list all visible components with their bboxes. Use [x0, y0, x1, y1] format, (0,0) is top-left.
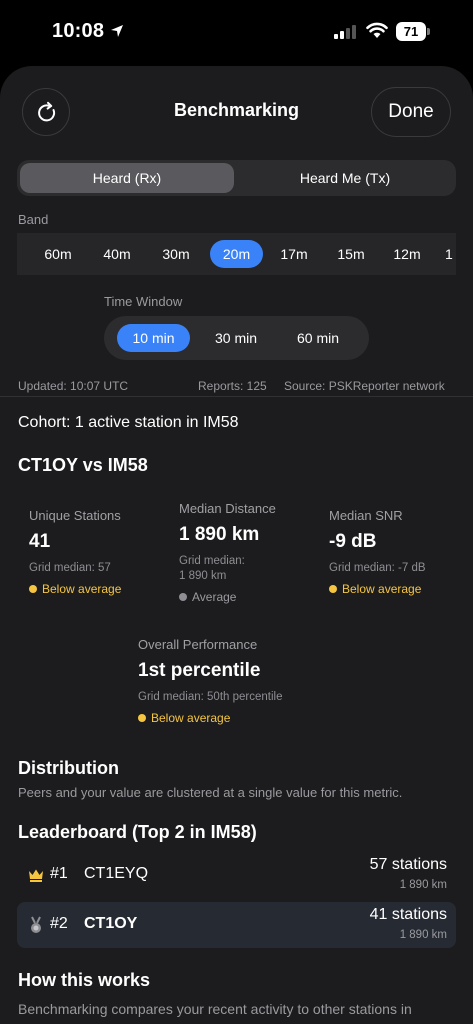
band-option-30m[interactable]: 30m	[152, 240, 200, 268]
metric-value: -9 dB	[329, 531, 377, 552]
leaderboard-stations: 57 stations	[369, 856, 447, 873]
metric-grid-median: Grid median: 57	[29, 562, 111, 574]
metric-median-distance: Median Distance 1 890 km Grid median: 1 8…	[179, 501, 276, 604]
leaderboard-callsign: CT1OY	[84, 915, 138, 932]
metric-median-snr: Median SNR -9 dB Grid median: -7 dB Belo…	[329, 508, 426, 596]
battery-icon: 71	[396, 22, 426, 41]
band-selector[interactable]: 60m 40m 30m 20m 17m 15m 12m 1	[17, 233, 456, 275]
metric-status: Below average	[29, 582, 121, 596]
comparison-title: CT1OY vs IM58	[18, 455, 148, 475]
crown-icon	[29, 869, 43, 882]
benchmarking-sheet: Benchmarking Done Heard (Rx) Heard Me (T…	[0, 66, 473, 1024]
distribution-title: Distribution	[18, 758, 119, 778]
leaderboard-stations: 41 stations	[369, 906, 447, 923]
distribution-text: Peers and your value are clustered at a …	[18, 785, 403, 800]
leaderboard-distance: 1 890 km	[399, 929, 447, 941]
leaderboard-row[interactable]: #1 CT1EYQ 57 stations 1 890 km	[17, 852, 456, 898]
leaderboard-rank: #2	[50, 915, 68, 932]
metric-label: Overall Performance	[138, 637, 258, 652]
status-bar: 10:08 71	[0, 0, 473, 64]
rx-tx-segmented-control: Heard (Rx) Heard Me (Tx)	[17, 160, 456, 196]
time-option-30min[interactable]: 30 min	[200, 324, 272, 352]
leaderboard-title: Leaderboard (Top 2 in IM58)	[18, 822, 257, 842]
metric-label: Unique Stations	[29, 508, 121, 523]
medal-icon	[31, 916, 41, 933]
band-option-clipped[interactable]: 1	[445, 240, 456, 268]
how-it-works-title: How this works	[18, 970, 151, 990]
band-option-15m[interactable]: 15m	[327, 240, 375, 268]
band-option-60m[interactable]: 60m	[34, 240, 82, 268]
metric-unique-stations: Unique Stations 41 Grid median: 57 Below…	[29, 508, 121, 596]
band-label: Band	[18, 212, 49, 227]
time-option-60min[interactable]: 60 min	[282, 324, 354, 352]
band-option-12m[interactable]: 12m	[383, 240, 431, 268]
band-option-17m[interactable]: 17m	[270, 240, 318, 268]
done-button[interactable]: Done	[371, 87, 451, 137]
metric-label: Median SNR	[329, 508, 403, 523]
status-dot-icon	[179, 593, 187, 601]
location-arrow-icon	[111, 25, 123, 37]
metric-status: Below average	[329, 582, 426, 596]
segment-heard-me-tx[interactable]: Heard Me (Tx)	[237, 163, 453, 193]
cohort-summary: Cohort: 1 active station in IM58	[18, 414, 239, 431]
metric-value: 1 890 km	[179, 524, 260, 545]
wifi-icon	[366, 22, 388, 38]
leaderboard-callsign: CT1EYQ	[84, 865, 149, 882]
metric-label: Median Distance	[179, 501, 276, 516]
leaderboard-distance: 1 890 km	[399, 879, 447, 891]
segment-heard-rx[interactable]: Heard (Rx)	[20, 163, 234, 193]
divider	[0, 396, 473, 397]
metric-status: Average	[179, 590, 276, 604]
updated-time: Updated: 10:07 UTC	[18, 379, 129, 393]
band-option-20m[interactable]: 20m	[210, 240, 263, 268]
metric-status: Below average	[138, 711, 282, 725]
metric-value: 41	[29, 531, 51, 552]
cellular-signal-icon	[334, 24, 358, 39]
how-it-works-text: Benchmarking compares your recent activi…	[18, 1001, 412, 1017]
status-dot-icon	[29, 585, 37, 593]
battery-tip	[427, 28, 430, 35]
reports-count: Reports: 125	[198, 379, 267, 393]
metric-grid-median: Grid median: 1 890 km	[179, 555, 245, 582]
leaderboard-rank: #1	[50, 865, 68, 882]
status-dot-icon	[329, 585, 337, 593]
metric-grid-median: Grid median: -7 dB	[329, 562, 426, 574]
leaderboard-row-current-user[interactable]: #2 CT1OY 41 stations 1 890 km	[17, 902, 456, 948]
time-option-10min[interactable]: 10 min	[117, 324, 190, 352]
metric-value: 1st percentile	[138, 660, 261, 681]
time-window-label: Time Window	[104, 294, 183, 309]
metric-grid-median: Grid median: 50th percentile	[138, 691, 283, 703]
band-option-40m[interactable]: 40m	[93, 240, 141, 268]
metric-overall-performance: Overall Performance 1st percentile Grid …	[138, 637, 282, 725]
time-window-selector: 10 min 30 min 60 min	[104, 316, 369, 360]
data-source: Source: PSKReporter network	[284, 379, 445, 393]
status-dot-icon	[138, 714, 146, 722]
status-time: 10:08	[52, 20, 105, 42]
